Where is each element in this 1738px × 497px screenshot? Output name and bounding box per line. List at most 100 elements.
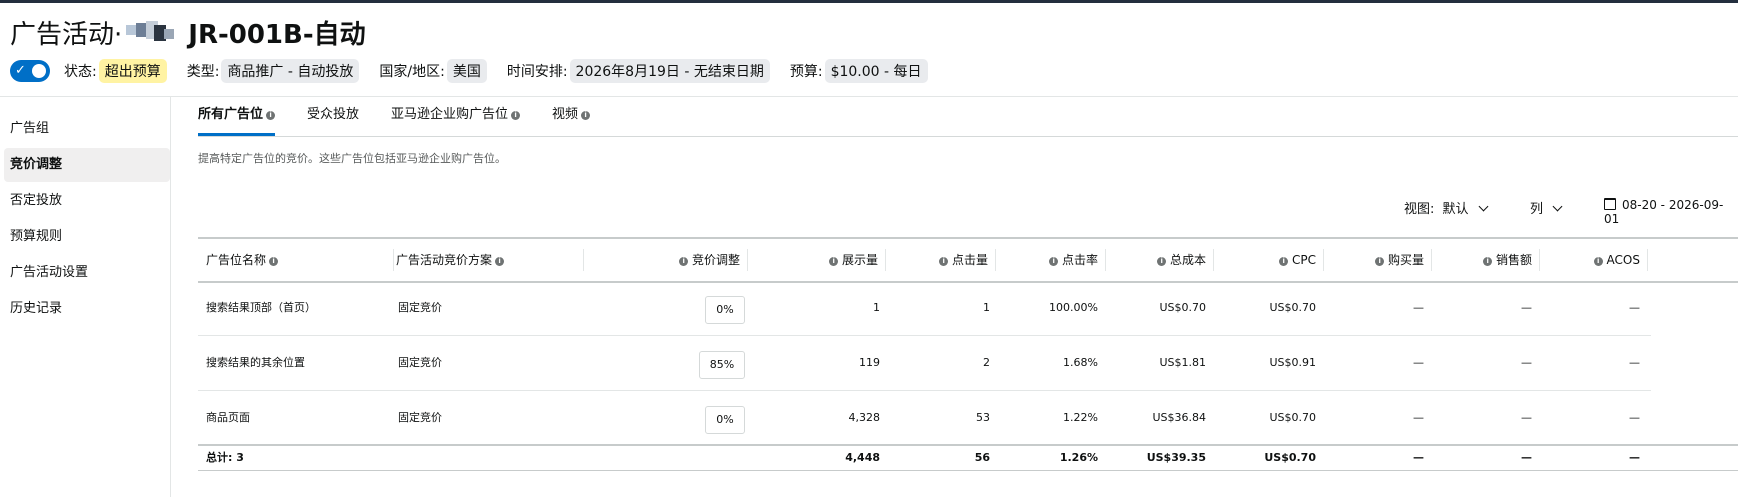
- total-cost-value: US$36.84: [1152, 411, 1206, 424]
- budget-chip: $10.00 - 每日: [824, 59, 928, 83]
- purchases-value: —: [1413, 411, 1424, 424]
- impressions-value: 4,328: [848, 411, 881, 424]
- info-icon[interactable]: i: [581, 111, 591, 120]
- view-dropdown[interactable]: 视图: 默认: [1404, 198, 1489, 217]
- sidebar-item-ad-groups[interactable]: 广告组: [0, 112, 170, 146]
- info-icon[interactable]: i: [1157, 257, 1167, 266]
- info-icon[interactable]: i: [511, 111, 521, 120]
- tab-video[interactable]: 视频 i: [552, 104, 591, 136]
- header-label: 广告位名称: [206, 253, 267, 267]
- header-label: CPC: [1292, 253, 1316, 267]
- acos-value: —: [1629, 411, 1640, 424]
- purchases-value: —: [1413, 356, 1424, 369]
- info-icon[interactable]: i: [495, 257, 505, 266]
- sidebar-item-negative-targeting[interactable]: 否定投放: [0, 184, 170, 218]
- total-cost: US$39.35: [1146, 451, 1206, 464]
- column-header-placement[interactable]: 广告位名称 i: [206, 239, 394, 281]
- status-label: 状态:: [64, 64, 97, 80]
- total-sales: —: [1521, 451, 1532, 464]
- acos-value: —: [1629, 301, 1640, 314]
- date-range-text: 08-20 - 2026-09-01: [1604, 198, 1724, 226]
- cpc-value: US$0.91: [1269, 356, 1316, 369]
- date-range-picker[interactable]: 08-20 - 2026-09-01: [1604, 198, 1738, 226]
- acos-value: —: [1629, 356, 1640, 369]
- tab-business-placements[interactable]: 亚马逊企业购广告位 i: [391, 104, 521, 136]
- campaign-name: JR-001B-自动: [188, 19, 366, 50]
- sidebar-item-bid-adjustments[interactable]: 竞价调整: [4, 148, 170, 182]
- column-header-total-cost[interactable]: i 总成本: [1106, 239, 1214, 281]
- header-label: 竞价调整: [691, 253, 740, 267]
- sidebar-item-budget-rules[interactable]: 预算规则: [0, 220, 170, 254]
- toggle-knob: [32, 64, 46, 78]
- total-clicks: 56: [974, 451, 990, 464]
- schedule-chip: 2026年8月19日 - 无结束日期: [569, 59, 770, 83]
- bid-adjustment-input[interactable]: 0%: [705, 406, 745, 434]
- info-icon[interactable]: i: [269, 257, 279, 266]
- total-impressions: 4,448: [845, 451, 880, 464]
- tab-label: 亚马逊企业购广告位: [391, 107, 509, 122]
- column-header-sales[interactable]: i 销售额: [1432, 239, 1540, 281]
- purchases-value: —: [1413, 301, 1424, 314]
- column-header-acos[interactable]: i ACOS: [1540, 239, 1648, 281]
- header-label: 广告活动竞价方案: [396, 253, 493, 267]
- bid-strategy: 固定竞价: [398, 301, 442, 314]
- columns-dropdown[interactable]: 列: [1530, 198, 1563, 217]
- ctr-value: 1.22%: [1063, 411, 1098, 424]
- campaign-meta: ✓ 状态: 超出预算 类型: 商品推广 - 自动投放 国家/地区: 美国 时间安…: [10, 58, 948, 84]
- info-icon[interactable]: i: [1593, 257, 1603, 266]
- cpc-value: US$0.70: [1269, 301, 1316, 314]
- check-icon: ✓: [15, 63, 26, 78]
- table-row: 搜索结果的其余位置 固定竞价 85% 119 2 1.68% US$1.81 U…: [198, 336, 1651, 391]
- info-icon[interactable]: i: [829, 257, 839, 266]
- calendar-icon: [1604, 198, 1616, 210]
- column-header-ctr[interactable]: i 点击率: [996, 239, 1106, 281]
- status-badge: 超出预算: [98, 59, 167, 83]
- clicks-value: 53: [976, 411, 990, 424]
- bid-strategy: 固定竞价: [398, 411, 442, 424]
- chevron-down-icon: [1478, 201, 1489, 212]
- ctr-value: 1.68%: [1063, 356, 1098, 369]
- total-label: 总计: 3: [206, 451, 244, 464]
- table-row: 商品页面 固定竞价 0% 4,328 53 1.22% US$36.84 US$…: [198, 391, 1651, 446]
- info-icon[interactable]: i: [266, 111, 276, 120]
- clicks-value: 2: [983, 356, 990, 369]
- table-header: 广告位名称 i 广告活动竞价方案 i i 竞价调整 i 展示量 i 点击量 i 点击…: [198, 237, 1738, 283]
- type-chip: 商品推广 - 自动投放: [221, 59, 360, 83]
- column-header-cpc[interactable]: i CPC: [1214, 239, 1324, 281]
- tab-all-placements[interactable]: 所有广告位 i: [198, 104, 276, 136]
- tabs-divider: [198, 136, 1738, 137]
- info-icon[interactable]: i: [1483, 257, 1493, 266]
- column-header-bid-adjustment[interactable]: i 竞价调整: [584, 239, 748, 281]
- header-label: ACOS: [1606, 253, 1640, 267]
- info-icon[interactable]: i: [1279, 257, 1289, 266]
- country-chip: 美国: [446, 59, 487, 83]
- header-label: 展示量: [841, 253, 878, 267]
- bid-adjustment-input[interactable]: 85%: [699, 351, 745, 379]
- info-icon[interactable]: i: [679, 257, 689, 266]
- total-cost-value: US$0.70: [1159, 301, 1206, 314]
- info-icon[interactable]: i: [939, 257, 949, 266]
- placement-name: 搜索结果的其余位置: [206, 356, 305, 369]
- tab-label: 所有广告位: [198, 107, 264, 122]
- sidebar: 广告组 竞价调整 否定投放 预算规则 广告活动设置 历史记录: [0, 96, 171, 497]
- page-title: 广告活动· JR-001B-自动: [10, 12, 366, 52]
- sales-value: —: [1521, 301, 1532, 314]
- column-header-impressions[interactable]: i 展示量: [748, 239, 886, 281]
- clicks-value: 1: [983, 301, 990, 314]
- impressions-value: 119: [859, 356, 880, 369]
- column-header-bid-strategy[interactable]: 广告活动竞价方案 i: [396, 239, 584, 281]
- view-value: 默认: [1442, 202, 1469, 217]
- tab-audience[interactable]: 受众投放: [307, 104, 359, 136]
- info-icon[interactable]: i: [1375, 257, 1385, 266]
- info-icon[interactable]: i: [1049, 257, 1059, 266]
- column-header-purchases[interactable]: i 购买量: [1324, 239, 1432, 281]
- sidebar-item-campaign-settings[interactable]: 广告活动设置: [0, 256, 170, 290]
- table-total-row: 总计: 3 4,448 56 1.26% US$39.35 US$0.70 — …: [198, 444, 1738, 471]
- bid-adjustment-input[interactable]: 0%: [705, 296, 745, 324]
- impressions-value: 1: [873, 301, 880, 314]
- schedule-label: 时间安排:: [506, 64, 568, 80]
- cpc-value: US$0.70: [1269, 411, 1316, 424]
- sidebar-item-history[interactable]: 历史记录: [0, 292, 170, 326]
- column-header-clicks[interactable]: i 点击量: [886, 239, 996, 281]
- campaign-toggle[interactable]: ✓: [10, 60, 50, 82]
